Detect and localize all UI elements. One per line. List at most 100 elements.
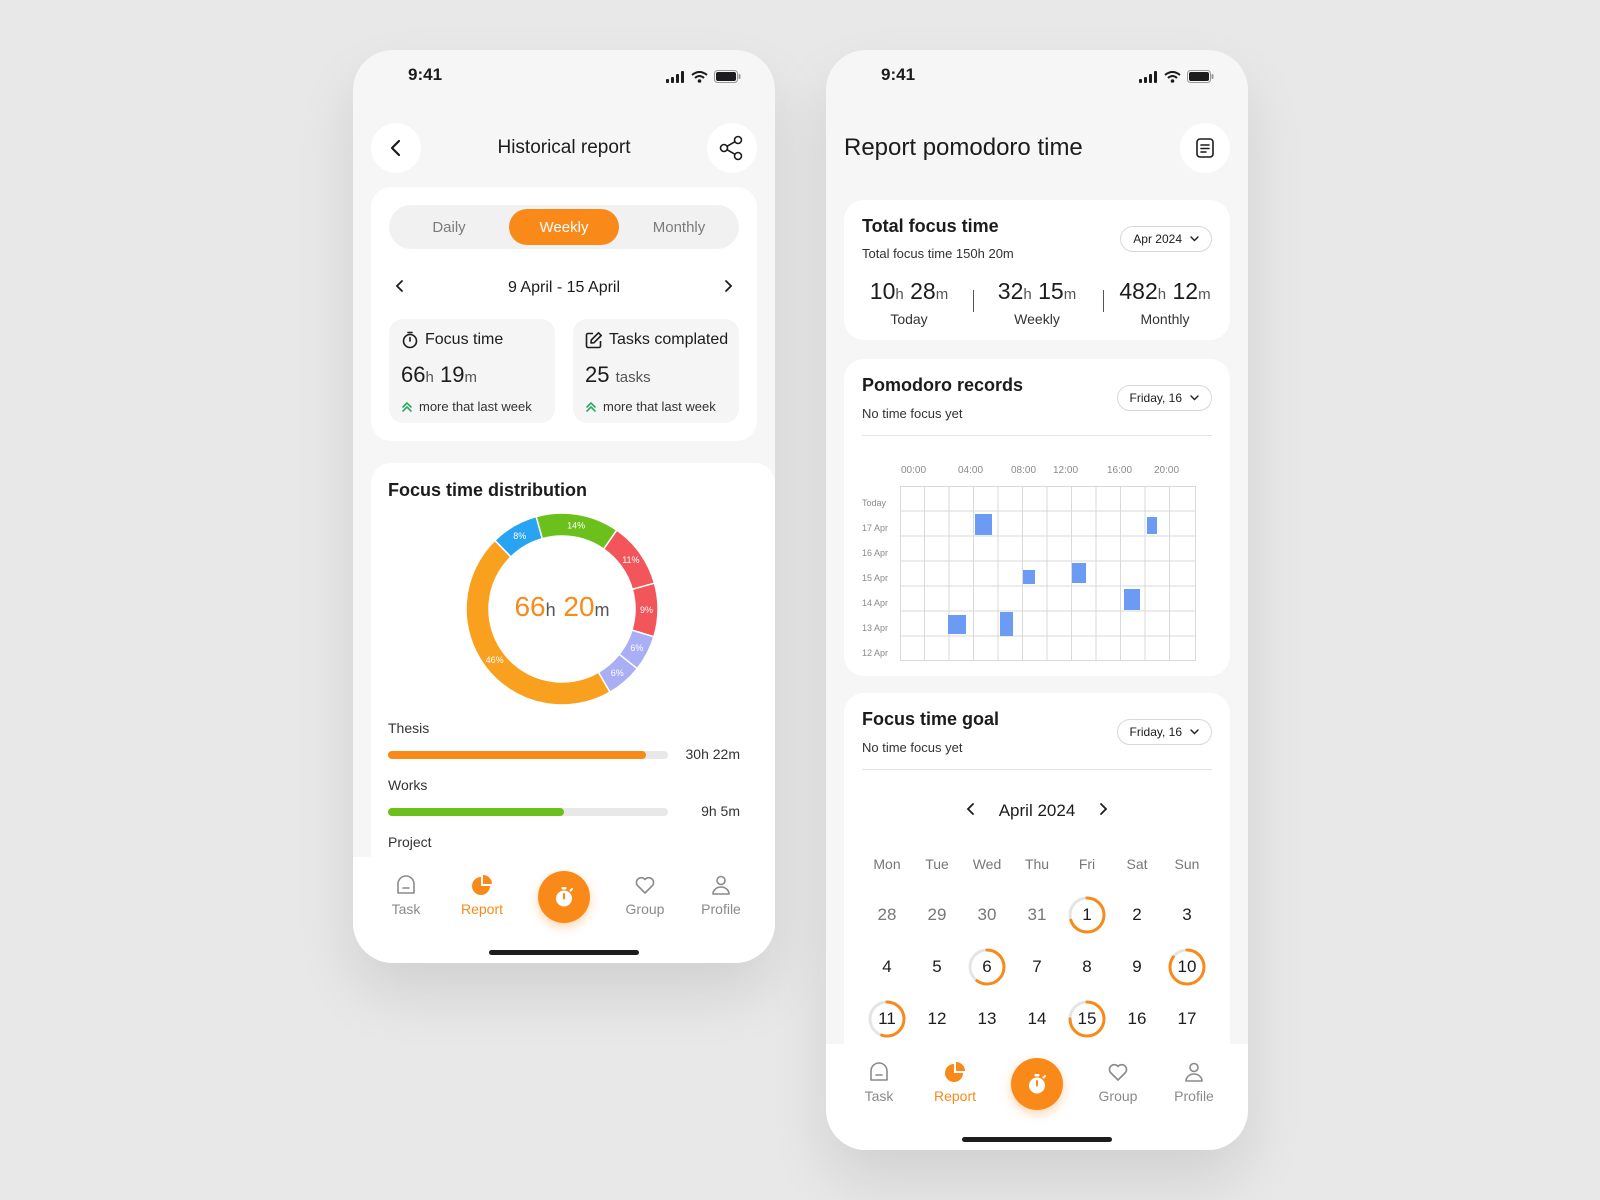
calendar-day[interactable]: 6 — [967, 947, 1007, 987]
nav-group-label: Group — [625, 901, 665, 917]
goal-day-value: Friday, 16 — [1129, 725, 1182, 739]
tab-monthly[interactable]: Monthly — [624, 209, 734, 245]
calendar-day[interactable]: 12 — [917, 999, 957, 1039]
records-day-value: Friday, 16 — [1129, 391, 1182, 405]
hours-unit: h — [425, 369, 434, 386]
center-h-unit: h — [545, 600, 556, 620]
donut-slice — [535, 512, 618, 551]
share-button[interactable] — [707, 123, 757, 173]
hour-label: 20:00 — [1154, 465, 1180, 476]
nav-profile-label: Profile — [701, 901, 741, 917]
double-chevron-up-icon — [402, 401, 412, 412]
bar-value-works: 9h 5m — [701, 803, 740, 819]
tasks-completed-stat: Tasks complated 25 tasks more that last … — [573, 319, 739, 423]
calendar-day[interactable]: 3 — [1167, 895, 1207, 935]
phone-historical-report: 9:41 Historical report Daily Weekly Mont… — [353, 50, 775, 963]
double-chevron-up-icon — [586, 401, 596, 412]
records-sub: No time focus yet — [862, 406, 963, 421]
minutes-unit: m — [464, 369, 477, 386]
weekday-label: Thu — [1024, 856, 1050, 872]
bar-track-thesis — [388, 751, 668, 759]
user-icon — [712, 875, 730, 895]
focus-minutes: 19 — [439, 362, 465, 387]
calendar-day[interactable]: 28 — [867, 895, 907, 935]
calendar-day[interactable]: 4 — [867, 947, 907, 987]
donut-center-total: 66h 20m — [462, 591, 662, 623]
calendar-day[interactable]: 9 — [1117, 947, 1157, 987]
focus-time-label-row: Focus time — [401, 331, 503, 349]
bar-value-thesis: 30h 22m — [685, 746, 740, 762]
next-month-button[interactable] — [1098, 802, 1108, 821]
weekly-summary-card: Daily Weekly Monthly 9 April - 15 April … — [371, 187, 757, 441]
focus-block — [1000, 612, 1013, 636]
bar-label-project: Project — [388, 834, 432, 850]
nav-profile[interactable]: Profile — [1159, 1060, 1229, 1104]
calendar-day[interactable]: 17 — [1167, 999, 1207, 1039]
chevron-down-icon — [1190, 729, 1199, 735]
calendar-month: April 2024 — [998, 801, 1076, 820]
day-label: 12 Apr — [862, 648, 889, 658]
calendar-day[interactable]: 13 — [967, 999, 1007, 1039]
nav-group-label: Group — [1098, 1088, 1138, 1104]
weekday-label: Wed — [972, 856, 1002, 872]
weekday-label: Fri — [1078, 856, 1096, 872]
calendar-day[interactable]: 14 — [1017, 999, 1057, 1039]
chevron-right-icon — [1100, 803, 1108, 815]
tab-daily[interactable]: Daily — [394, 209, 504, 245]
bar-track-works — [388, 808, 668, 816]
nav-report-label: Report — [460, 901, 504, 917]
hour-label: 00:00 — [901, 465, 927, 476]
nav-task[interactable]: Task — [371, 873, 441, 917]
total-focus-card: Total focus time Total focus time 150h 2… — [844, 200, 1230, 340]
tasks-trend: more that last week — [585, 399, 716, 414]
focus-time-stat: Focus time 66h 19m more that last week — [389, 319, 555, 423]
calendar-day[interactable]: 1 — [1067, 895, 1107, 935]
bottom-nav: Task Report Group Profile — [826, 1044, 1248, 1150]
calendar-day[interactable]: 8 — [1067, 947, 1107, 987]
nav-task[interactable]: Task — [844, 1060, 914, 1104]
monthly-total: 482h 12m Monthly — [1100, 278, 1230, 327]
timer-fab[interactable] — [538, 871, 590, 923]
hours-unit: h — [1023, 286, 1032, 303]
goal-title: Focus time goal — [862, 709, 1000, 729]
today-minutes: 28 — [910, 278, 936, 304]
calendar-day[interactable]: 5 — [917, 947, 957, 987]
calendar-day[interactable]: 29 — [917, 895, 957, 935]
heart-icon — [1108, 1063, 1128, 1081]
nav-profile[interactable]: Profile — [686, 873, 756, 917]
day-label: 14 Apr — [862, 598, 889, 608]
hour-label: 12:00 — [1053, 465, 1079, 476]
calendar-day[interactable]: 15 — [1067, 999, 1107, 1039]
focus-block — [975, 514, 992, 535]
status-icons — [666, 70, 741, 83]
nav-group[interactable]: Group — [1083, 1060, 1153, 1104]
nav-group[interactable]: Group — [610, 873, 680, 917]
calendar-day[interactable]: 31 — [1017, 895, 1057, 935]
tasks-label: Tasks complated — [609, 331, 729, 348]
nav-task-label: Task — [864, 1088, 894, 1104]
calendar-day[interactable]: 2 — [1117, 895, 1157, 935]
divider — [862, 435, 1212, 436]
today-label: Today — [890, 311, 928, 327]
calendar-day[interactable]: 10 — [1167, 947, 1207, 987]
home-indicator — [489, 950, 639, 955]
month-select[interactable]: Apr 2024 — [1120, 226, 1212, 252]
bar-label-works: Works — [388, 777, 428, 793]
document-button[interactable] — [1180, 123, 1230, 173]
calendar-day[interactable]: 30 — [967, 895, 1007, 935]
nav-report[interactable]: Report — [920, 1060, 990, 1104]
nav-report[interactable]: Report — [447, 873, 517, 917]
tab-weekly[interactable]: Weekly — [509, 209, 619, 245]
status-bar: 9:41 — [353, 50, 775, 100]
goal-day-select[interactable]: Friday, 16 — [1116, 719, 1212, 745]
timer-fab[interactable] — [1011, 1058, 1063, 1110]
weekday-label: Tue — [925, 856, 949, 872]
day-label: Today — [862, 498, 887, 508]
calendar-day[interactable]: 16 — [1117, 999, 1157, 1039]
divider — [862, 769, 1212, 770]
wifi-icon — [1164, 70, 1181, 83]
calendar-day[interactable]: 11 — [867, 999, 907, 1039]
next-week-button[interactable] — [723, 279, 733, 298]
records-day-select[interactable]: Friday, 16 — [1116, 385, 1212, 411]
calendar-day[interactable]: 7 — [1017, 947, 1057, 987]
